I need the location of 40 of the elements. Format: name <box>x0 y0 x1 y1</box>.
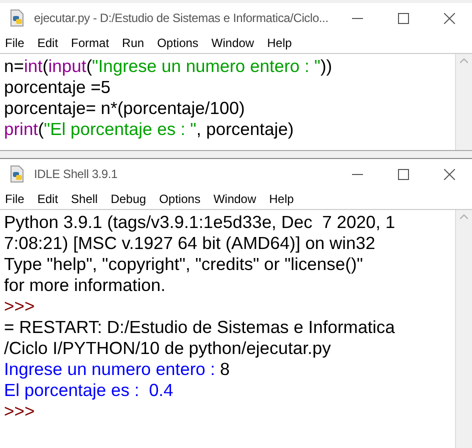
menu-item[interactable]: Edit <box>37 34 58 52</box>
shell-line: >>> <box>4 296 35 317</box>
shell-line: = RESTART: D:/Estudio de Sistemas e Informatica <box>4 317 395 338</box>
shell-line: >>> <box>4 401 35 422</box>
python-file-icon <box>8 165 26 183</box>
scrollbar[interactable] <box>455 54 472 150</box>
menu-item[interactable]: Window <box>213 190 256 208</box>
menu-item[interactable]: Shell <box>71 190 98 208</box>
code-line: print("El porcentaje es : ", porcentaje) <box>4 119 294 140</box>
maximize-icon <box>398 168 408 180</box>
menu-item[interactable]: Format <box>71 34 110 52</box>
menu-item[interactable]: File <box>5 190 24 208</box>
menu-item[interactable]: Options <box>159 190 200 208</box>
window-title: ejecutar.py - D:/Estudio de Sistemas e Informatica/Ciclo... <box>34 10 328 27</box>
menu-item[interactable]: Edit <box>37 190 58 208</box>
shell-line: Python 3.9.1 (tags/v3.9.1:1e5d33e, Dec 7 2020, 1 <box>4 212 396 233</box>
shell-line: /Ciclo I/PYTHON/10 de python/ejecutar.py <box>4 338 331 359</box>
shell-line: Ingrese un numero entero : 8 <box>4 359 230 380</box>
menu-item[interactable]: Window <box>211 34 254 52</box>
menu-item[interactable]: Help <box>267 34 292 52</box>
scroll-up-icon <box>460 214 468 219</box>
shell-line: for more information. <box>4 275 166 296</box>
maximize-icon <box>398 12 408 24</box>
code-line: porcentaje =5 <box>4 77 111 98</box>
menu-item[interactable]: Options <box>157 34 198 52</box>
menu-item[interactable]: Debug <box>110 190 146 208</box>
close-icon <box>444 168 454 180</box>
shell-line: El porcentaje es : 0.4 <box>4 380 174 401</box>
menu-item[interactable]: Help <box>269 190 294 208</box>
window-title: IDLE Shell 3.9.1 <box>34 166 118 183</box>
shell-line: 7:08:21) [MSC v.1927 64 bit (AMD64)] on win32 <box>4 233 376 254</box>
code-line: n=int(input("Ingrese un numero entero : ")) <box>4 56 332 77</box>
code-line: porcentaje= n*(porcentaje/100) <box>4 98 245 119</box>
menu-item[interactable]: Run <box>122 34 144 52</box>
scrollbar[interactable] <box>455 210 472 448</box>
scroll-up-icon <box>460 58 468 63</box>
close-icon <box>444 12 454 24</box>
menu-item[interactable]: File <box>5 34 24 52</box>
shell-line: Type "help", "copyright", "credits" or "license()" <box>4 254 363 275</box>
python-file-icon <box>8 9 26 27</box>
